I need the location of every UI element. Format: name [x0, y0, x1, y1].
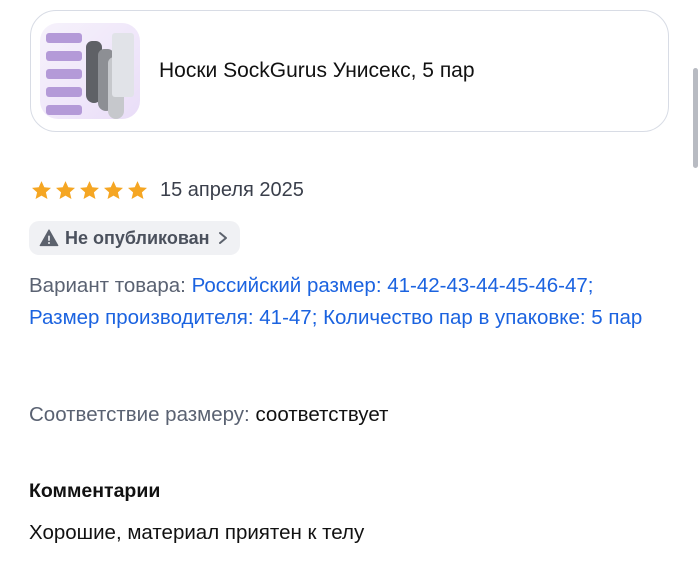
product-variant: Вариант товара: Российский размер: 41-42…	[29, 270, 669, 334]
comment-text: Хорошие, материал приятен к телу	[29, 521, 365, 544]
product-card[interactable]: Носки SockGurus Унисекс, 5 пар	[30, 10, 669, 132]
scrollbar[interactable]	[693, 68, 698, 168]
warning-icon	[39, 229, 59, 247]
comments-heading: Комментарии	[29, 480, 161, 502]
product-title[interactable]: Носки SockGurus Унисекс, 5 пар	[159, 59, 475, 83]
star-icon	[80, 180, 99, 199]
size-match: Соответствие размеру: соответствует	[29, 400, 388, 430]
product-thumbnail[interactable]	[40, 23, 140, 119]
star-icon	[32, 180, 51, 199]
status-chip[interactable]: Не опубликован	[29, 221, 240, 255]
star-icon	[56, 180, 75, 199]
star-rating	[30, 179, 150, 202]
star-icon	[128, 180, 147, 199]
size-match-value: соответствует	[255, 403, 389, 426]
review-date: 15 апреля 2025	[160, 178, 304, 201]
rating-row: 15 апреля 2025	[30, 176, 304, 204]
size-match-prefix: Соответствие размеру:	[29, 403, 250, 426]
status-label: Не опубликован	[65, 227, 210, 248]
chevron-right-icon	[218, 232, 227, 244]
variant-prefix: Вариант товара:	[29, 274, 186, 297]
star-icon	[104, 180, 123, 199]
